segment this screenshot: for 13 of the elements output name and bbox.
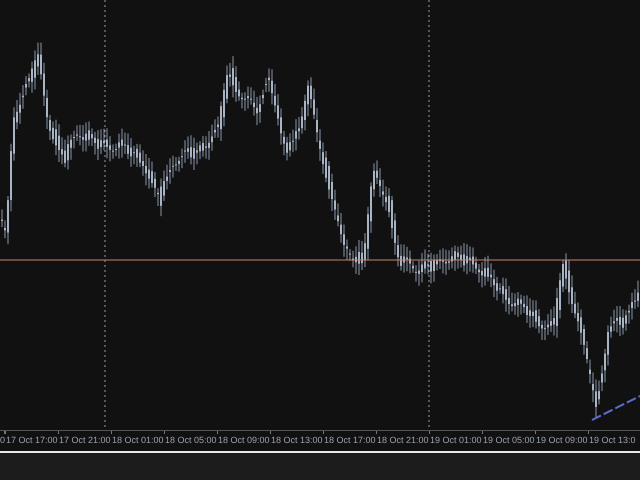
time-label: 18 Oct 21:00 bbox=[377, 434, 430, 447]
time-label: 19 Oct 09:00 bbox=[536, 434, 588, 447]
time-label: 18 Oct 01:00 bbox=[112, 434, 164, 447]
time-label: 18 Oct 09:00 bbox=[218, 434, 270, 447]
time-label: 19 Oct 13:0 bbox=[589, 434, 637, 447]
time-label: 19 Oct 01:00 bbox=[430, 434, 482, 447]
time-label: 18 Oct 13:00 bbox=[271, 434, 324, 447]
time-label: 19 Oct 05:00 bbox=[483, 434, 536, 447]
time-label: 0 bbox=[0, 434, 6, 447]
time-label: 18 Oct 17:00 bbox=[324, 434, 376, 447]
time-label: 17 Oct 17:00 bbox=[6, 434, 58, 447]
time-label: 18 Oct 05:00 bbox=[165, 434, 218, 447]
time-label: 17 Oct 21:00 bbox=[59, 434, 112, 447]
